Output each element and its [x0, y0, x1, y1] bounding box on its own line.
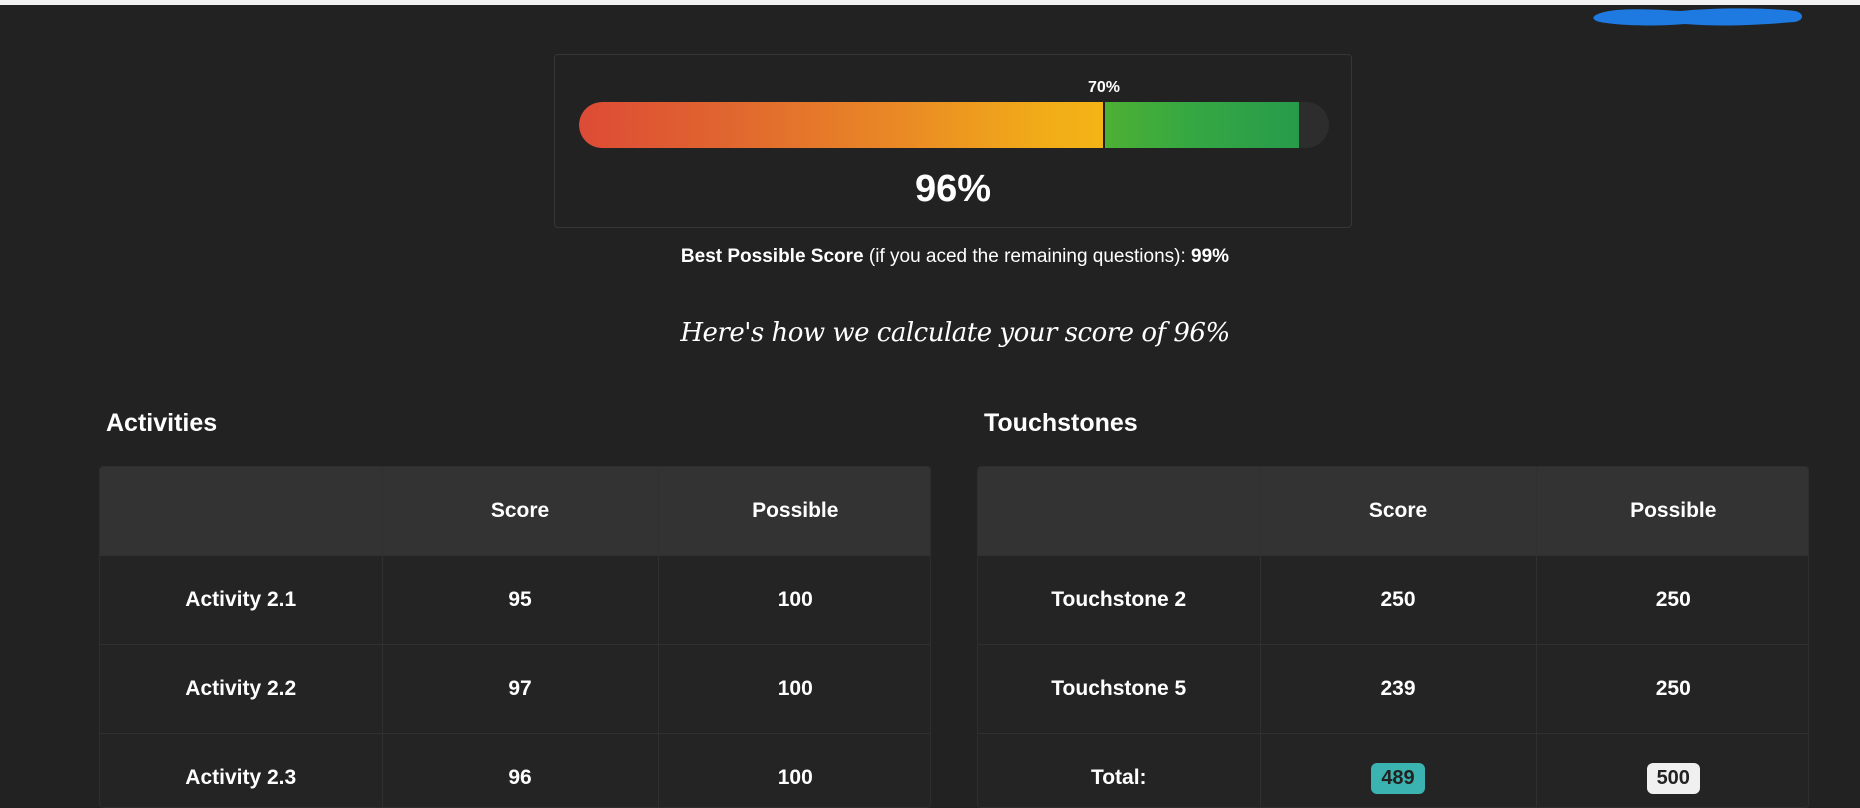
- total-label: Total:: [978, 733, 1261, 807]
- score-progress-bar: [579, 102, 1329, 148]
- top-border-line: [0, 0, 1860, 5]
- activities-title: Activities: [106, 409, 218, 437]
- touchstones-title: Touchstones: [984, 409, 1138, 437]
- total-row: Total: 489 500: [978, 733, 1808, 807]
- column-header-score: Score: [382, 467, 659, 556]
- activity-possible: 100: [658, 555, 930, 645]
- total-possible-cell: 500: [1536, 733, 1808, 807]
- current-score: 96%: [914, 168, 992, 210]
- touchstone-possible: 250: [1536, 644, 1808, 734]
- touchstone-name: Touchstone 5: [978, 644, 1261, 734]
- activity-score: 95: [382, 555, 659, 645]
- score-card: 70% 96%: [554, 54, 1352, 228]
- total-score-cell: 489: [1260, 733, 1537, 807]
- table-row: Touchstone 2 250 250: [978, 555, 1808, 645]
- table-row: Activity 2.3 96 100: [100, 733, 930, 807]
- touchstone-score: 250: [1260, 555, 1537, 645]
- table-header-row: Score Possible: [978, 467, 1808, 556]
- table-header-row: Score Possible: [100, 467, 930, 556]
- activity-score: 96: [382, 733, 659, 807]
- threshold-label: 70%: [1087, 79, 1121, 96]
- table-row: Touchstone 5 239 250: [978, 644, 1808, 734]
- activity-possible: 100: [658, 733, 930, 807]
- total-possible-badge: 500: [1646, 762, 1700, 794]
- best-score-label: Best Possible Score: [680, 246, 864, 267]
- threshold-marker: [1103, 102, 1105, 148]
- best-possible-score: Best Possible Score (if you aced the rem…: [0, 246, 1860, 268]
- activity-score: 97: [382, 644, 659, 734]
- touchstone-name: Touchstone 2: [978, 555, 1261, 645]
- table-row: Activity 2.2 97 100: [100, 644, 930, 734]
- column-header-possible: Possible: [658, 467, 930, 556]
- score-progress-fill: [579, 102, 1299, 148]
- table-row: Activity 2.1 95 100: [100, 555, 930, 645]
- redacted-user-name: [1593, 8, 1803, 26]
- activity-name: Activity 2.1: [100, 555, 383, 645]
- touchstone-possible: 250: [1536, 555, 1808, 645]
- activity-name: Activity 2.2: [100, 644, 383, 734]
- column-header-possible: Possible: [1536, 467, 1808, 556]
- best-score-value: 99%: [1191, 246, 1230, 267]
- column-header-score: Score: [1260, 467, 1537, 556]
- touchstone-score: 239: [1260, 644, 1537, 734]
- calculation-heading: Here's how we calculate your score of 96…: [680, 318, 1230, 348]
- activity-possible: 100: [658, 644, 930, 734]
- column-header-name: [978, 467, 1261, 556]
- total-score-badge: 489: [1371, 762, 1425, 794]
- activities-table: Score Possible Activity 2.1 95 100 Activ…: [99, 466, 931, 808]
- best-score-note: (if you aced the remaining questions):: [863, 246, 1192, 267]
- touchstones-table: Score Possible Touchstone 2 250 250 Touc…: [977, 466, 1809, 808]
- activity-name: Activity 2.3: [100, 733, 383, 807]
- column-header-name: [100, 467, 383, 556]
